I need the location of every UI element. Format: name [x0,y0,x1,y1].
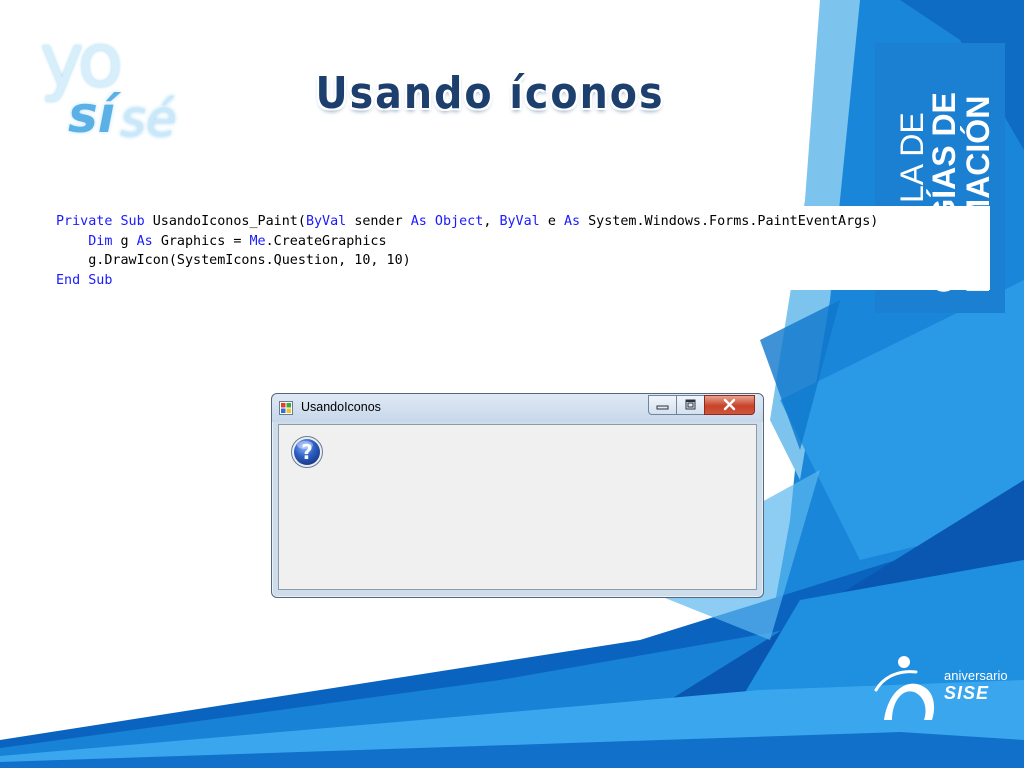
minimize-button[interactable] [648,395,677,415]
question-icon: ? [291,436,323,468]
code-line: Private Sub UsandoIconos_Paint(ByVal sen… [56,212,878,232]
code-keyword: As Object [410,214,484,229]
sise-brand-text: SISE [944,683,990,703]
window-client-area: ? [278,424,757,590]
anniversary-text: aniversario [944,668,1008,683]
code-keyword: Dim [88,233,121,249]
code-keyword: End Sub [56,272,113,288]
close-icon [723,398,736,411]
minimize-icon [656,405,669,410]
runner-logo-icon [874,656,935,720]
anniversary-logo: aniversario SISE [870,650,1020,730]
code-keyword: Private Sub [56,214,153,229]
maximize-button[interactable] [676,395,705,415]
code-line: Dim g As Graphics = Me.CreateGraphics [56,232,878,252]
code-token: e [547,214,564,229]
logo-se: sé [120,90,177,148]
code-line: g.DrawIcon(SystemIcons.Question, 10, 10) [56,251,878,271]
code-token: UsandoIconos_Paint( [152,214,306,229]
logo-si: sí [68,86,115,144]
slide-title: Usando íconos [315,68,665,119]
code-keyword: As [563,214,589,229]
code-block: Private Sub UsandoIconos_Paint(ByVal sen… [48,206,990,290]
code-token: sender [354,214,411,229]
code-keyword: As [136,233,161,249]
yo-si-se-logo: yo sí sé [38,24,188,154]
code-line: End Sub [56,271,878,291]
svg-text:?: ? [301,440,313,464]
code-token: Graphics = [160,233,250,249]
code-token: System.Windows.Forms.PaintEventArgs) [588,214,879,229]
winforms-app-icon [279,401,293,415]
code-keyword: ByVal [305,214,355,229]
window-title-bar[interactable]: UsandoIconos [272,394,763,422]
code-keyword: ByVal [499,214,548,229]
maximize-icon [685,399,696,410]
close-button[interactable] [704,395,755,415]
code-token: g.DrawIcon(SystemIcons.Question, 10, 10) [56,253,411,268]
code-listing: Private Sub UsandoIconos_Paint(ByVal sen… [56,212,878,290]
code-keyword: Me [249,233,266,249]
window-title: UsandoIconos [301,400,381,414]
code-token: g [120,233,137,249]
code-token: , [483,214,500,229]
code-token: .CreateGraphics [265,233,387,249]
app-window: UsandoIconos ? [271,393,764,598]
side-banner-line-1: LA DE [894,112,930,203]
